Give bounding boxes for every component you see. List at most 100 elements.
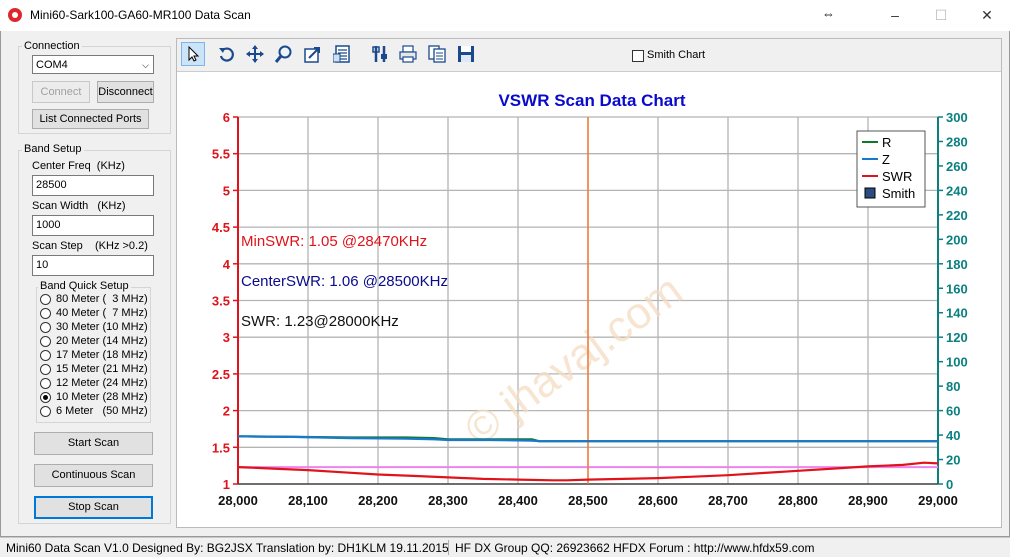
status-credits: Mini60 Data Scan V1.0 Designed By: BG2JS… bbox=[6, 541, 449, 555]
smith-chart-checkbox-box[interactable] bbox=[632, 50, 644, 62]
band-radio-label: 40 Meter ( 7 MHz) bbox=[56, 307, 148, 319]
properties-icon[interactable] bbox=[330, 42, 354, 66]
com-port-value: COM4 bbox=[36, 59, 68, 71]
list-ports-button[interactable]: List Connected Ports bbox=[32, 109, 149, 129]
close-button[interactable]: ✕ bbox=[964, 0, 1010, 31]
legend-label: Z bbox=[882, 152, 890, 167]
left-axis-tick-label: 2.5 bbox=[212, 367, 230, 382]
zoom-icon[interactable] bbox=[272, 42, 296, 66]
right-axis-tick-label: 160 bbox=[946, 281, 968, 296]
disconnect-button[interactable]: Disconnect bbox=[97, 81, 154, 103]
right-axis-tick-label: 40 bbox=[946, 428, 960, 443]
save-icon[interactable] bbox=[454, 42, 478, 66]
vswr-chart[interactable]: VSWR Scan Data Chart28,000 28,100 28,200 28… bbox=[177, 72, 1001, 526]
connect-button[interactable]: Connect bbox=[32, 81, 90, 103]
scan-step-hint: (KHz >0.2) bbox=[95, 240, 148, 252]
center-freq-label: Center Freq (KHz) bbox=[32, 160, 125, 172]
x-tick-label: 28,800 bbox=[778, 493, 818, 508]
scan-step-label: Scan Step bbox=[32, 240, 83, 252]
radio-button[interactable] bbox=[40, 308, 51, 319]
band-radio-label: 20 Meter (14 MHz) bbox=[56, 335, 148, 347]
radio-button[interactable] bbox=[40, 364, 51, 375]
right-axis-tick-label: 240 bbox=[946, 183, 968, 198]
scan-width-label: Scan Width (KHz) bbox=[32, 200, 126, 212]
right-axis-tick-label: 180 bbox=[946, 257, 968, 272]
left-axis-tick-label: 1.5 bbox=[212, 440, 230, 455]
app-icon bbox=[8, 8, 22, 22]
band-radio-label: 12 Meter (24 MHz) bbox=[56, 377, 148, 389]
band-radio-label: 6 Meter (50 MHz) bbox=[56, 405, 148, 417]
band-radio-label: 15 Meter (21 MHz) bbox=[56, 363, 148, 375]
radio-button[interactable] bbox=[40, 350, 51, 361]
print-icon[interactable] bbox=[396, 42, 420, 66]
start-scan-button[interactable]: Start Scan bbox=[34, 432, 153, 455]
center-freq-input[interactable]: 28500 bbox=[32, 175, 154, 196]
continuous-scan-button[interactable]: Continuous Scan bbox=[34, 464, 153, 487]
left-axis-tick-label: 3.5 bbox=[212, 294, 230, 309]
radio-button[interactable] bbox=[40, 406, 51, 417]
chart-toolbar bbox=[177, 39, 1001, 72]
pointer-icon[interactable] bbox=[181, 42, 205, 66]
right-axis-tick-label: 20 bbox=[946, 453, 960, 468]
chart-annotation: MinSWR: 1.05 @28470KHz bbox=[241, 233, 427, 250]
title-bar: Mini60-Sark100-GA60-MR100 Data Scan ⇔ – … bbox=[0, 0, 1010, 31]
smith-chart-label: Smith Chart bbox=[647, 49, 706, 61]
right-axis-tick-label: 80 bbox=[946, 379, 960, 394]
legend-label: Smith bbox=[882, 186, 915, 201]
left-axis-tick-label: 1 bbox=[223, 477, 230, 492]
right-axis-tick-label: 300 bbox=[946, 110, 968, 125]
chart-title: VSWR Scan Data Chart bbox=[498, 91, 685, 110]
band-quick-group-label: Band Quick Setup bbox=[38, 280, 131, 292]
tools-icon[interactable] bbox=[368, 42, 392, 66]
radio-button[interactable] bbox=[40, 378, 51, 389]
stop-scan-button[interactable]: Stop Scan bbox=[34, 496, 153, 519]
x-tick-label: 29,000 bbox=[918, 493, 958, 508]
right-axis-tick-label: 200 bbox=[946, 232, 968, 247]
status-bar: Mini60 Data Scan V1.0 Designed By: BG2JS… bbox=[0, 537, 1010, 557]
legend-label: SWR bbox=[882, 169, 912, 184]
left-axis-tick-label: 5 bbox=[223, 183, 230, 198]
x-tick-label: 28,900 bbox=[848, 493, 888, 508]
x-tick-label: 28,300 bbox=[428, 493, 468, 508]
pan-icon[interactable] bbox=[243, 42, 267, 66]
status-forum: HF DX Group QQ: 26923662 HFDX Forum : ht… bbox=[455, 541, 815, 555]
right-axis-tick-label: 260 bbox=[946, 159, 968, 174]
copy-icon[interactable] bbox=[425, 42, 449, 66]
scan-step-input[interactable]: 10 bbox=[32, 255, 154, 276]
right-axis-tick-label: 140 bbox=[946, 306, 968, 321]
left-axis-tick-label: 5.5 bbox=[212, 147, 230, 162]
radio-button[interactable] bbox=[40, 322, 51, 333]
chart-annotation: SWR: 1.23@28000KHz bbox=[241, 313, 399, 330]
scan-width-input[interactable]: 1000 bbox=[32, 215, 154, 236]
radio-button[interactable] bbox=[40, 392, 51, 403]
maximize-button[interactable]: ☐ bbox=[918, 0, 964, 31]
left-axis-tick-label: 2 bbox=[223, 404, 230, 419]
undo-icon[interactable] bbox=[215, 42, 239, 66]
resize-arrows-icon: ⇔ bbox=[822, 6, 835, 21]
x-tick-label: 28,200 bbox=[358, 493, 398, 508]
band-radio-label: 80 Meter ( 3 MHz) bbox=[56, 293, 148, 305]
band-radio-label: 30 Meter (10 MHz) bbox=[56, 321, 148, 333]
band-radio-label: 10 Meter (28 MHz) bbox=[56, 391, 148, 403]
band-setup-group-label: Band Setup bbox=[22, 143, 84, 155]
chart-annotation: CenterSWR: 1.06 @28500KHz bbox=[241, 273, 448, 290]
chevron-down-icon: ⌵ bbox=[142, 60, 149, 70]
x-tick-label: 28,700 bbox=[708, 493, 748, 508]
right-axis-tick-label: 100 bbox=[946, 355, 968, 370]
radio-button[interactable] bbox=[40, 294, 51, 305]
left-axis-tick-label: 4.5 bbox=[212, 220, 230, 235]
right-axis-tick-label: 0 bbox=[946, 477, 953, 492]
radio-button[interactable] bbox=[40, 336, 51, 347]
watermark-text: © jhavaj.com bbox=[456, 266, 691, 456]
export-icon[interactable] bbox=[301, 42, 325, 66]
right-axis-tick-label: 60 bbox=[946, 404, 960, 419]
minimize-button[interactable]: – bbox=[872, 0, 918, 31]
left-axis-tick-label: 3 bbox=[223, 330, 230, 345]
window-title: Mini60-Sark100-GA60-MR100 Data Scan bbox=[30, 8, 251, 22]
right-axis-tick-label: 280 bbox=[946, 134, 968, 149]
com-port-select[interactable]: COM4 ⌵ bbox=[32, 55, 154, 74]
x-tick-label: 28,400 bbox=[498, 493, 538, 508]
x-tick-label: 28,600 bbox=[638, 493, 678, 508]
right-axis-tick-label: 220 bbox=[946, 208, 968, 223]
left-axis-tick-label: 6 bbox=[223, 110, 230, 125]
